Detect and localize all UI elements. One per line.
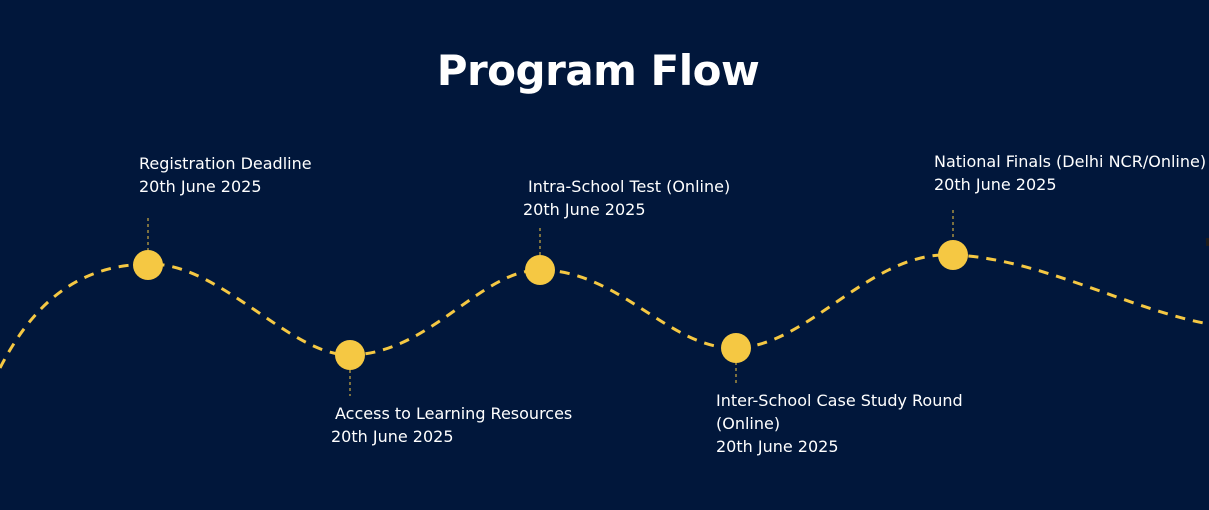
milestone-dot bbox=[335, 340, 365, 370]
milestone-date: 20th June 2025 bbox=[331, 427, 454, 446]
milestone-date: 20th June 2025 bbox=[716, 437, 839, 456]
milestone-dot bbox=[938, 240, 968, 270]
milestone-name: Registration Deadline bbox=[139, 154, 312, 173]
milestone-date: 20th June 2025 bbox=[139, 177, 262, 196]
milestone-registration: Registration Deadline 20th June 2025 bbox=[139, 152, 312, 198]
milestone-national-finals: National Finals (Delhi NCR/Online) 20th … bbox=[934, 150, 1206, 196]
timeline-diagram bbox=[0, 210, 1209, 396]
milestone-learning-resources: Access to Learning Resources 20th June 2… bbox=[331, 402, 572, 448]
milestone-date: 20th June 2025 bbox=[934, 175, 1057, 194]
milestone-name: Inter-School Case Study Round (Online) bbox=[716, 391, 963, 433]
milestone-dot bbox=[721, 333, 751, 363]
milestone-name: Intra-School Test (Online) bbox=[528, 177, 731, 196]
milestone-date: 20th June 2025 bbox=[523, 200, 646, 219]
milestone-dot bbox=[133, 250, 163, 280]
milestone-inter-school-round: Inter-School Case Study Round (Online) 2… bbox=[716, 389, 966, 458]
milestone-name: National Finals (Delhi NCR/Online) bbox=[934, 152, 1207, 171]
milestone-name: Access to Learning Resources bbox=[335, 404, 573, 423]
program-flow-slide: Program Flow Registration Deadline 20th … bbox=[0, 0, 1209, 510]
milestone-dot bbox=[525, 255, 555, 285]
timeline-wave bbox=[0, 253, 1209, 369]
milestone-intra-school-test: Intra-School Test (Online) 20th June 202… bbox=[523, 175, 730, 221]
